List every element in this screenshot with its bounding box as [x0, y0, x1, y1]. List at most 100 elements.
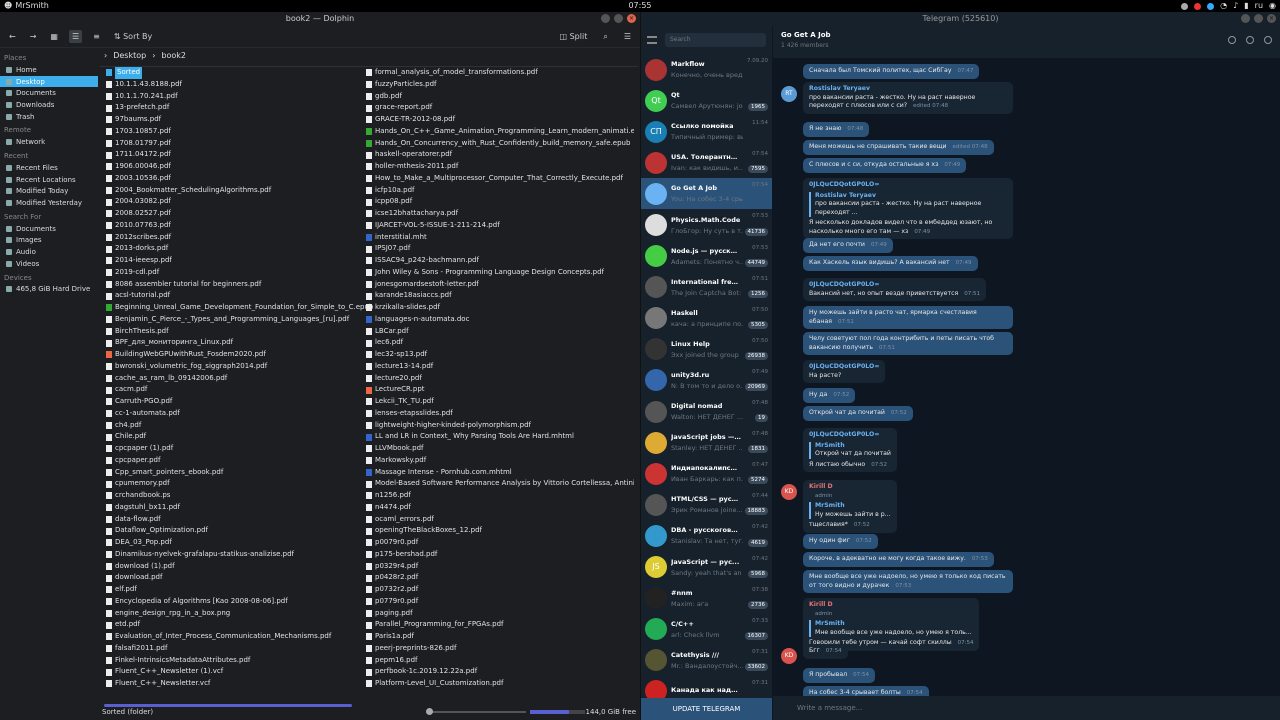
- file-item[interactable]: elf.pdf: [106, 584, 374, 596]
- file-item[interactable]: Finkel-IntrinsicsMetadataAttributes.pdf: [106, 655, 374, 667]
- file-item[interactable]: Fluent_C++_Newsletter (1).vcf: [106, 666, 374, 678]
- file-item[interactable]: cpcpaper.pdf: [106, 455, 374, 467]
- compact-view-button[interactable]: ☰: [68, 30, 83, 43]
- message-bubble[interactable]: Ну да 07:52: [803, 388, 856, 403]
- maximize-button[interactable]: [614, 14, 623, 23]
- file-item[interactable]: ocaml_errors.pdf: [366, 514, 634, 526]
- language-indicator[interactable]: ru: [1255, 0, 1263, 12]
- message-bubble[interactable]: 0JLQuCDQotGP0LO= Вакансий нет, но опыт ве…: [803, 278, 987, 301]
- file-item[interactable]: LBCar.pdf: [366, 326, 634, 338]
- chat-list-item[interactable]: Catethysis /// Mr.: Вандалоустойч... 07:31…: [641, 645, 772, 676]
- file-item[interactable]: Platform-Level_UI_Customization.pdf: [366, 678, 634, 690]
- file-item[interactable]: etd.pdf: [106, 619, 374, 631]
- file-item[interactable]: 8086 assembler tutorial for beginners.pd…: [106, 279, 374, 291]
- file-item[interactable]: Cpp_smart_pointers_ebook.pdf: [106, 467, 374, 479]
- reply-quote[interactable]: MrSmith Открой чат да почитай: [809, 441, 891, 459]
- sidebar-item[interactable]: Trash: [0, 111, 98, 123]
- chat-list-item[interactable]: unity3d.ru N: В том то и дело о... 07:49 20…: [641, 365, 772, 396]
- file-item[interactable]: Benjamin_C_Pierce_-_Types_and_Programmin…: [106, 314, 374, 326]
- close-button[interactable]: ×: [627, 14, 636, 23]
- file-item[interactable]: cacm.pdf: [106, 384, 374, 396]
- file-item[interactable]: acsl-tutorial.pdf: [106, 290, 374, 302]
- back-button[interactable]: ←: [6, 30, 19, 43]
- file-item[interactable]: lightweight-higher-kinded-polymorphism.p…: [366, 420, 634, 432]
- file-item[interactable]: Lekcii_TK_TU.pdf: [366, 396, 634, 408]
- file-item[interactable]: ISSAC94_p242-bachmann.pdf: [366, 255, 634, 267]
- file-item[interactable]: p0329r4.pdf: [366, 561, 634, 573]
- file-item[interactable]: Sorted: [106, 67, 374, 79]
- file-item[interactable]: interstitial.mht: [366, 232, 634, 244]
- sidebar-item[interactable]: 465,8 GiB Hard Drive: [0, 284, 98, 296]
- file-item[interactable]: lecture13-14.pdf: [366, 361, 634, 373]
- file-item[interactable]: pepm16.pdf: [366, 655, 634, 667]
- file-item[interactable]: Encyclopedia of Algorithms [Kao 2008-08-…: [106, 596, 374, 608]
- clock[interactable]: 07:55: [628, 0, 651, 12]
- reply-quote[interactable]: MrSmith Мне вообще все уже надоело, но ум…: [809, 620, 973, 637]
- forward-button[interactable]: →: [27, 30, 40, 43]
- more-icon[interactable]: [1264, 36, 1272, 44]
- sidebar-item[interactable]: Network: [0, 136, 98, 148]
- split-button[interactable]: ◫ Split: [556, 30, 590, 43]
- file-item[interactable]: p175-bershad.pdf: [366, 549, 634, 561]
- file-item[interactable]: lec6.pdf: [366, 337, 634, 349]
- file-item[interactable]: cache_as_ram_lb_09142006.pdf: [106, 373, 374, 385]
- file-item[interactable]: Chile.pdf: [106, 431, 374, 443]
- sidebar-item[interactable]: Recent Locations: [0, 174, 98, 186]
- search-icon[interactable]: ⌕: [600, 30, 610, 44]
- sidebar-item[interactable]: Videos: [0, 258, 98, 270]
- file-item[interactable]: Dataflow_Optimization.pdf: [106, 525, 374, 537]
- file-item[interactable]: 10.1.1.43.8188.pdf: [106, 79, 374, 91]
- zoom-slider[interactable]: [426, 708, 526, 715]
- minimize-button[interactable]: [1241, 14, 1250, 23]
- volume-icon[interactable]: ♪: [1233, 0, 1238, 12]
- file-item[interactable]: cpcpaper (1).pdf: [106, 443, 374, 455]
- file-item[interactable]: Beginning_Unreal_Game_Development_Founda…: [106, 302, 374, 314]
- message-bubble[interactable]: Открой чат да почитай 07:52: [803, 406, 913, 421]
- message-bubble[interactable]: Короче, в адекватно не могу когда такое …: [803, 552, 994, 567]
- file-item[interactable]: bwronski_volumetric_fog_siggraph2014.pdf: [106, 361, 374, 373]
- close-button[interactable]: ×: [1267, 14, 1276, 23]
- chat-list-item[interactable]: Индиапокалипсис... Иван Баркарь: как п...…: [641, 458, 772, 489]
- message-bubble[interactable]: Kirill D admin MrSmith Мне вообще все уже н…: [803, 598, 980, 651]
- chat-list-item[interactable]: Node.js — русско... Adamets: Понятно ч...…: [641, 241, 772, 272]
- file-item[interactable]: 1708.01797.pdf: [106, 138, 374, 150]
- chat-list-item[interactable]: USA. Толерантная... Ivan: как видишь, и..…: [641, 147, 772, 178]
- file-item[interactable]: LectureCR.ppt: [366, 384, 634, 396]
- message-bubble[interactable]: Ну один фиг 07:52: [803, 534, 878, 549]
- chat-list-item[interactable]: Digital nomad Walton: НЕТ ДЕНЕГ ... 07:48 1…: [641, 396, 772, 427]
- file-item[interactable]: Hands_On_C++_Game_Animation_Programming_…: [366, 126, 634, 138]
- sender-avatar[interactable]: KD: [781, 484, 797, 500]
- file-item[interactable]: grace-report.pdf: [366, 102, 634, 114]
- search-icon[interactable]: [1228, 36, 1236, 44]
- file-item[interactable]: Model-Based Software Performance Analysi…: [366, 478, 634, 490]
- file-item[interactable]: 2003.10536.pdf: [106, 173, 374, 185]
- file-item[interactable]: GRACE-TR-2012-08.pdf: [366, 114, 634, 126]
- reply-quote[interactable]: MrSmith Ну можешь зайти в р...: [809, 502, 891, 519]
- file-item[interactable]: BuildingWebGPUwithRust_Fosdem2020.pdf: [106, 349, 374, 361]
- search-input[interactable]: Search: [665, 33, 766, 47]
- chat-list-item[interactable]: International freel... The Join Captcha B…: [641, 272, 772, 303]
- file-item[interactable]: icse12bhattacharya.pdf: [366, 208, 634, 220]
- file-item[interactable]: data-flow.pdf: [106, 514, 374, 526]
- chat-list-item[interactable]: СП Ссылко помойка Типичный пример: вик... 1…: [641, 116, 772, 147]
- sidebar-item[interactable]: Modified Yesterday: [0, 197, 98, 209]
- menu-icon[interactable]: [647, 36, 657, 44]
- message-bubble[interactable]: Челу советуют пол года контрибить и петы…: [803, 332, 1013, 355]
- file-item[interactable]: lec32-sp13.pdf: [366, 349, 634, 361]
- file-item[interactable]: DEA_03_Pop.pdf: [106, 537, 374, 549]
- battery-icon[interactable]: ▮: [1244, 0, 1248, 12]
- sidebar-item[interactable]: Downloads: [0, 99, 98, 111]
- chat-list-item[interactable]: Haskell кача: а принципе по... 07:50 5305: [641, 303, 772, 334]
- file-item[interactable]: p0428r2.pdf: [366, 572, 634, 584]
- file-item[interactable]: 13-prefetch.pdf: [106, 102, 374, 114]
- message-bubble[interactable]: 0JLQuCDQotGP0LO= MrSmith Открой чат да поч…: [803, 428, 897, 472]
- file-item[interactable]: ch4.pdf: [106, 420, 374, 432]
- file-item[interactable]: BPF_для_мониторинга_Linux.pdf: [106, 337, 374, 349]
- tray-icon[interactable]: [1181, 2, 1189, 10]
- message-bubble[interactable]: Да нет его почти 07:49: [803, 238, 893, 253]
- chat-list-item[interactable]: Markflow Конечно, очень вредно... 7.09.20: [641, 54, 772, 85]
- file-item[interactable]: lecture20.pdf: [366, 373, 634, 385]
- chat-list-item[interactable]: Physics.Math.Code ГлоБгор: Ну суть в т...…: [641, 209, 772, 240]
- message-bubble[interactable]: Мне вообще все уже надоело, но умею я то…: [803, 570, 1013, 593]
- reply-quote[interactable]: Rostislav Teryaev про вакансии раста - же…: [809, 191, 1007, 217]
